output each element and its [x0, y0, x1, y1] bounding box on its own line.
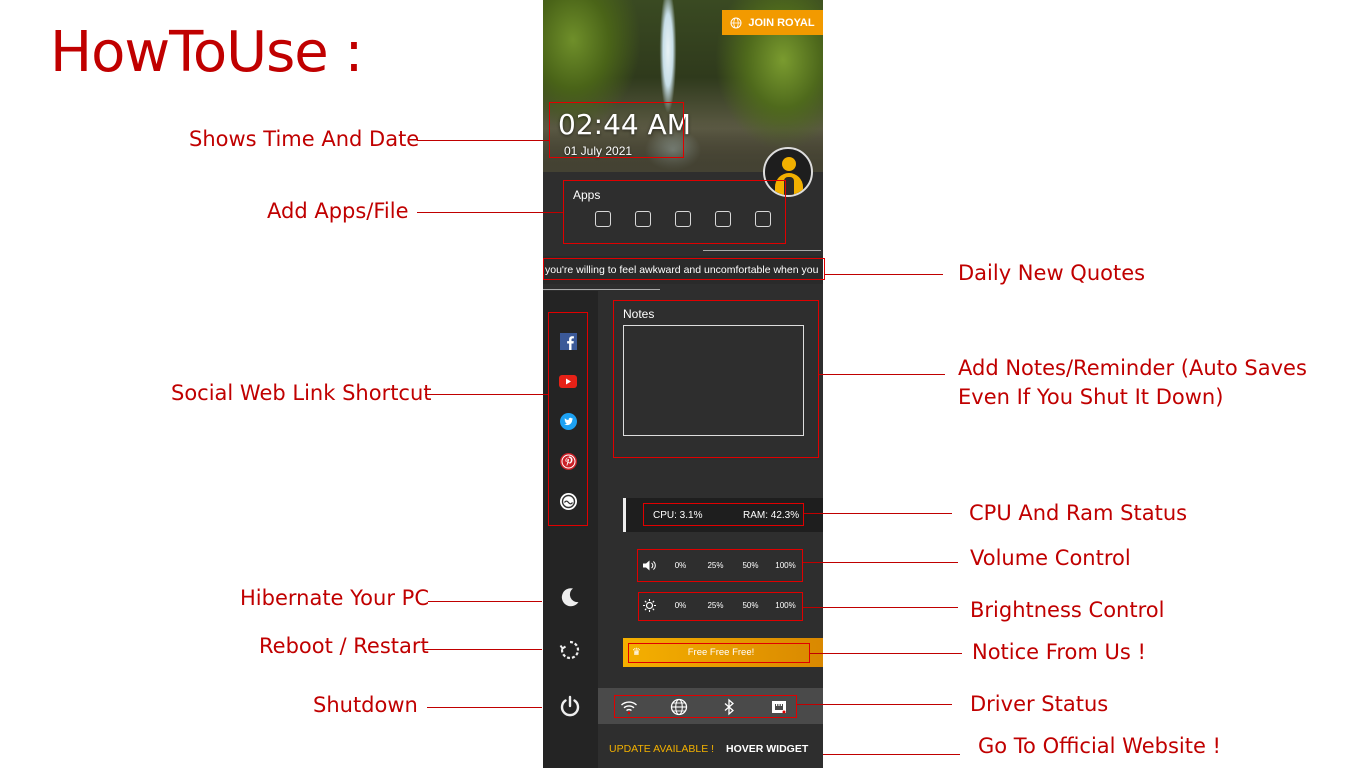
- leader-hibernate: [428, 601, 542, 602]
- callout-social: Social Web Link Shortcut: [171, 381, 432, 405]
- highlight-cpu-ram: [643, 503, 804, 526]
- highlight-time-date: [549, 102, 684, 158]
- update-available-link[interactable]: UPDATE AVAILABLE !: [609, 743, 714, 755]
- leader-quotes: [825, 274, 943, 275]
- page-title: HowToUse :: [50, 20, 363, 85]
- highlight-apps: [563, 180, 786, 244]
- leader-time-date: [417, 140, 549, 141]
- globe-icon: [730, 17, 742, 28]
- callout-apps: Add Apps/File: [267, 199, 409, 223]
- callout-website: Go To Official Website !: [978, 734, 1221, 758]
- callout-notes-1: Add Notes/Reminder (Auto Saves: [958, 356, 1307, 380]
- highlight-notes: [613, 300, 819, 458]
- join-royal-button[interactable]: JOIN ROYAL: [722, 10, 823, 35]
- power-icon[interactable]: [558, 694, 582, 718]
- highlight-quote: [543, 258, 825, 280]
- leader-volume: [803, 562, 958, 563]
- join-royal-label: JOIN ROYAL: [748, 16, 815, 29]
- leader-shutdown: [427, 707, 542, 708]
- callout-reboot: Reboot / Restart: [259, 634, 429, 658]
- callout-notes-2: Even If You Shut It Down): [958, 385, 1224, 409]
- leader-brightness: [803, 607, 958, 608]
- callout-cpu-ram: CPU And Ram Status: [969, 501, 1188, 525]
- highlight-brightness: [638, 592, 803, 621]
- tutorial-canvas: HowToUse : JOIN ROYAL 02:44 AM 01 July 2…: [0, 0, 1366, 768]
- leader-reboot: [424, 649, 542, 650]
- leader-apps: [417, 212, 563, 213]
- leader-website: [823, 754, 960, 755]
- highlight-volume: [637, 549, 803, 582]
- leader-social: [425, 394, 548, 395]
- leader-notes: [819, 374, 945, 375]
- callout-hibernate: Hibernate Your PC: [240, 586, 429, 610]
- leader-drivers: [797, 704, 952, 705]
- highlight-social: [548, 312, 588, 526]
- highlight-drivers: [614, 695, 797, 718]
- callout-volume: Volume Control: [970, 546, 1131, 570]
- divider: [703, 250, 821, 251]
- callout-notice: Notice From Us !: [972, 640, 1146, 664]
- highlight-notice: [628, 643, 810, 663]
- callout-quotes: Daily New Quotes: [958, 261, 1146, 285]
- leader-cpu-ram: [804, 513, 952, 514]
- callout-drivers: Driver Status: [970, 692, 1109, 716]
- callout-shutdown: Shutdown: [313, 693, 418, 717]
- hover-widget-link[interactable]: HOVER WIDGET: [726, 743, 808, 755]
- moon-icon[interactable]: [558, 585, 582, 609]
- leader-notice: [810, 653, 962, 654]
- divider: [543, 289, 660, 290]
- callout-time-date: Shows Time And Date: [189, 127, 420, 151]
- restart-icon[interactable]: [558, 638, 582, 662]
- callout-brightness: Brightness Control: [970, 598, 1165, 622]
